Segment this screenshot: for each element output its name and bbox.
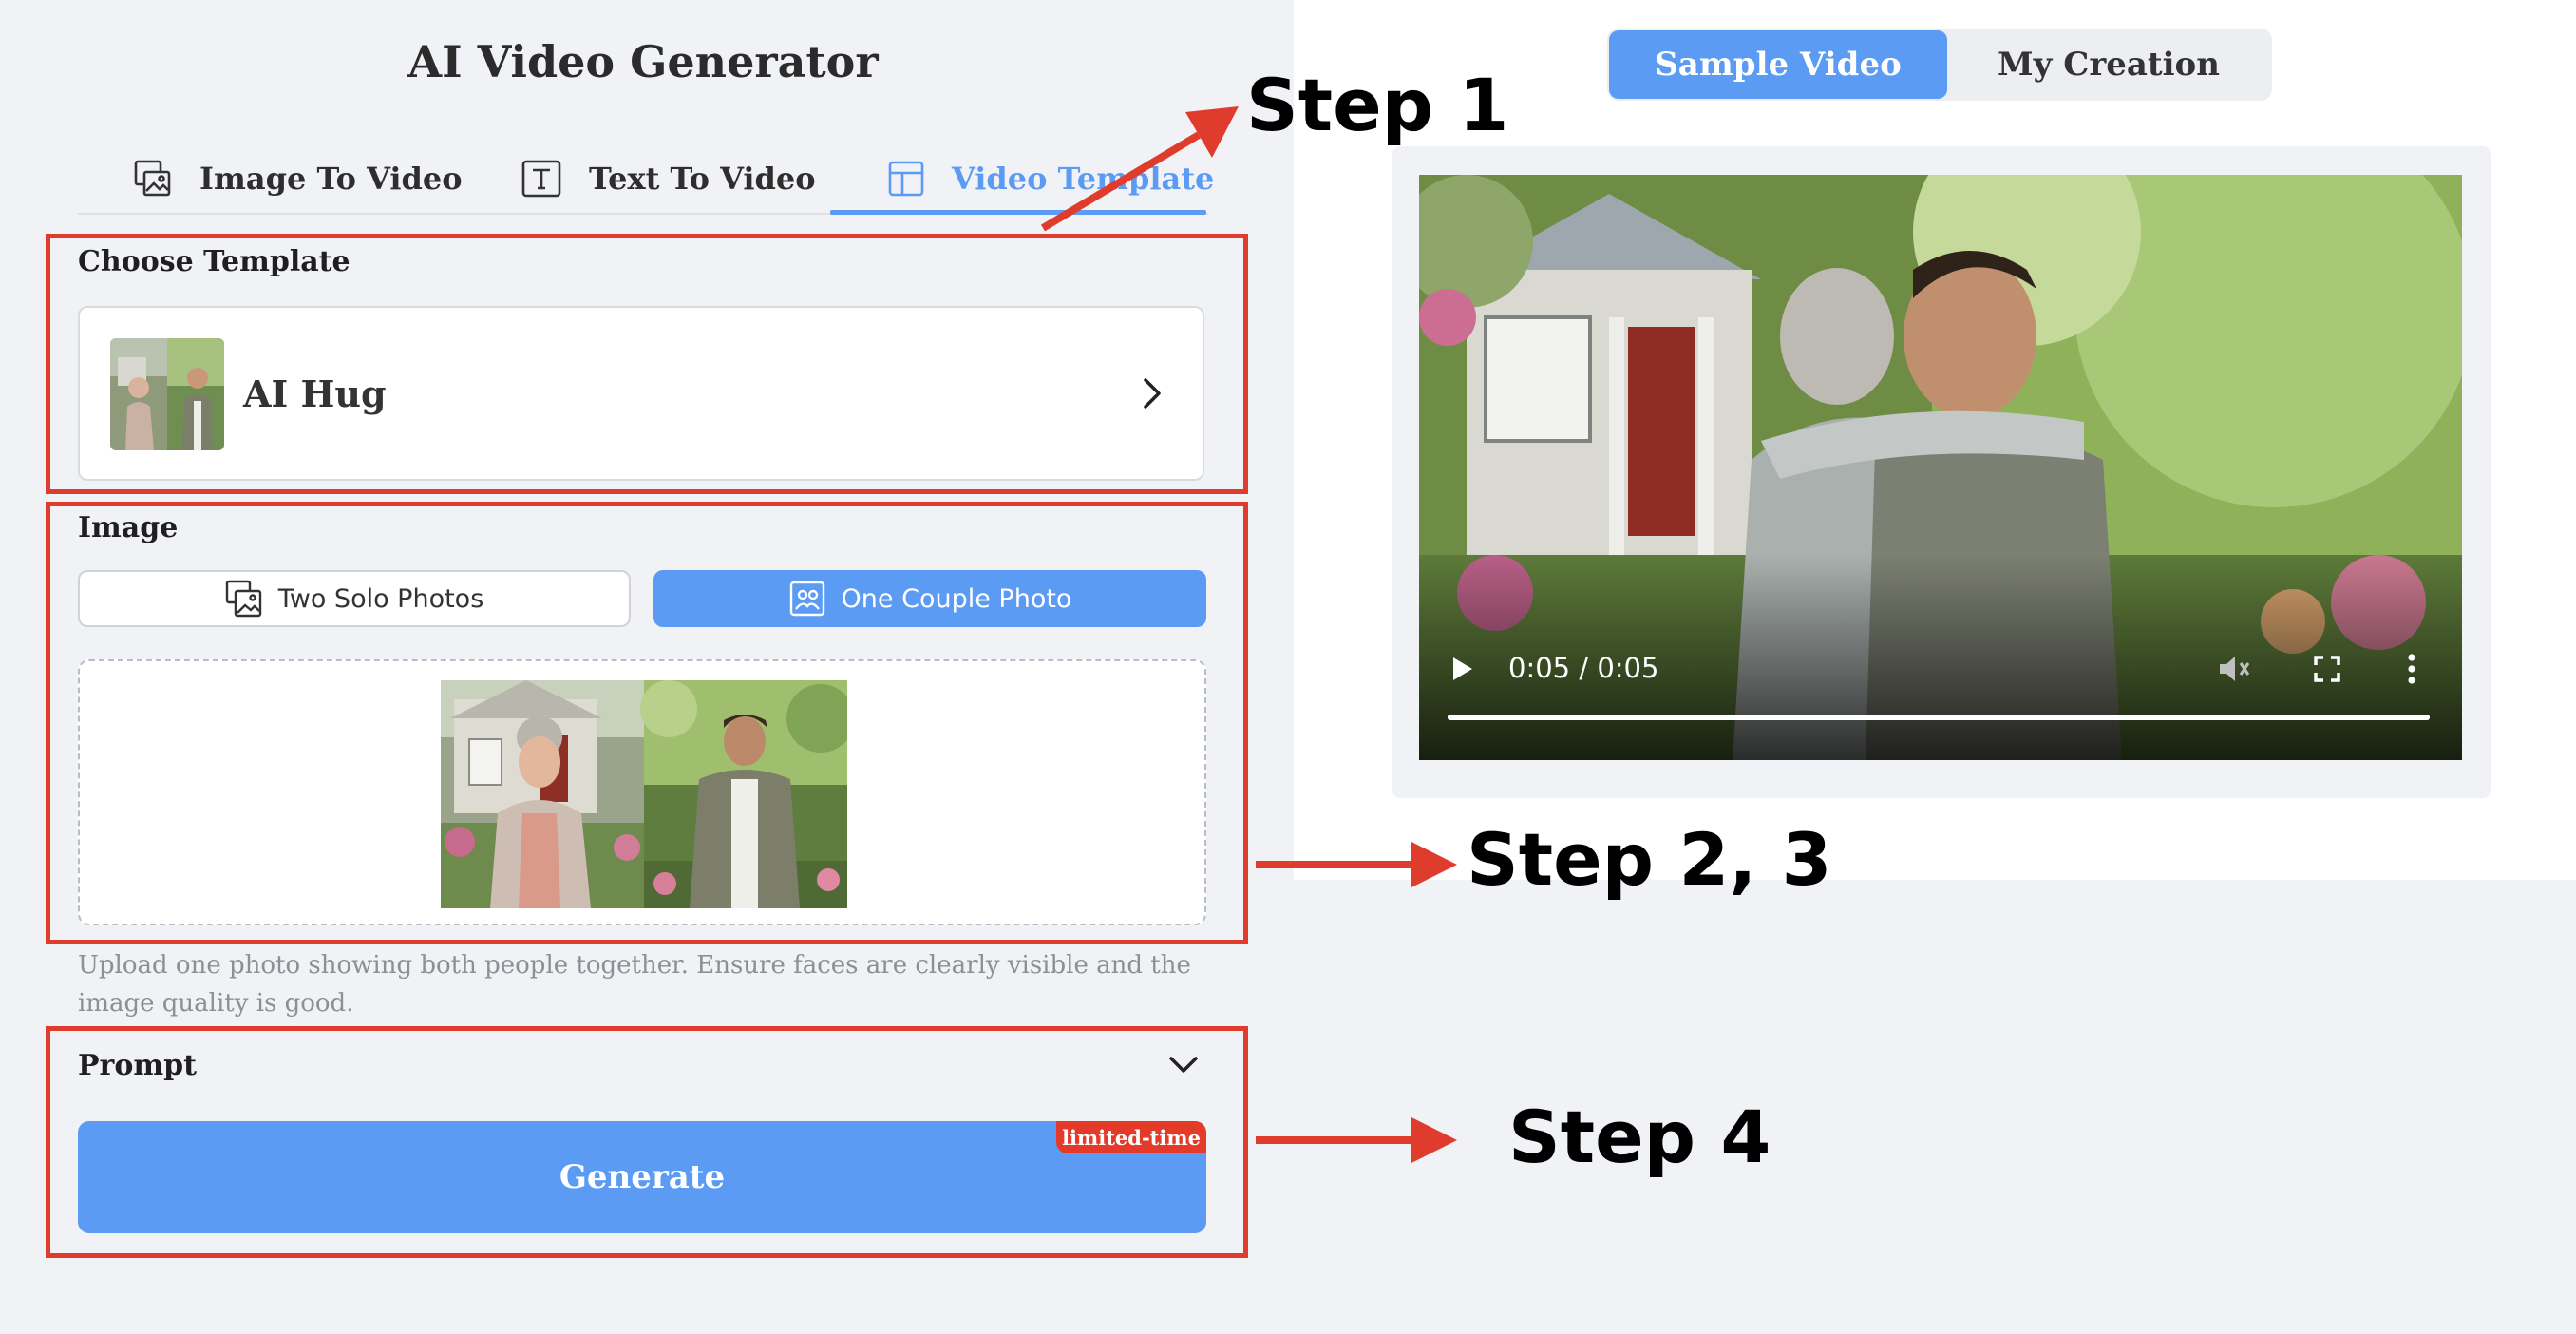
step1-annotation: Step 1 (1246, 63, 1509, 147)
step23-annotation: Step 2, 3 (1467, 817, 1832, 902)
step4-annotation: Step 4 (1508, 1095, 1771, 1179)
annotation-arrows (1040, 106, 1457, 1163)
